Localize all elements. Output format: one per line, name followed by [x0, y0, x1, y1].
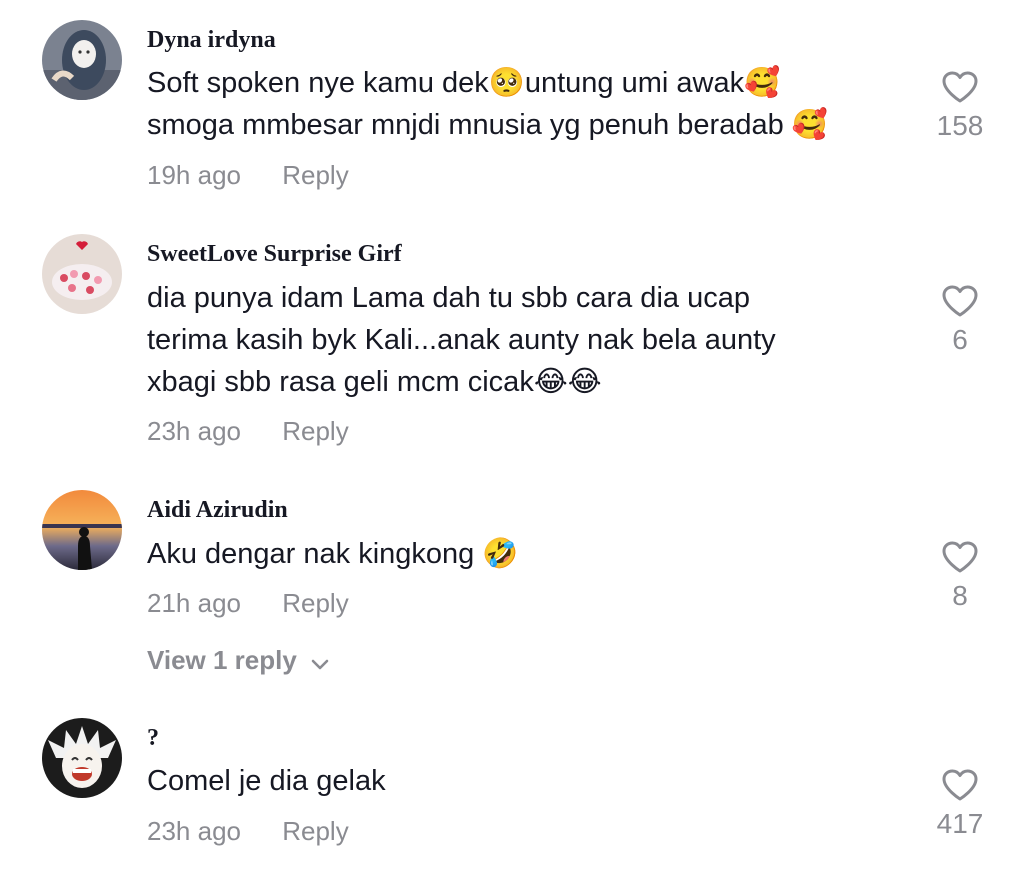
- reply-button[interactable]: Reply: [282, 160, 348, 191]
- like-count: 6: [952, 324, 968, 355]
- avatar[interactable]: [42, 20, 122, 100]
- reply-button[interactable]: Reply: [282, 416, 348, 447]
- comment-username[interactable]: ?: [147, 725, 159, 752]
- like-button[interactable]: 6: [920, 284, 1000, 356]
- avatar[interactable]: [42, 234, 122, 314]
- comment-username[interactable]: Dyna irdyna: [147, 27, 276, 54]
- comment-text-line: terima kasih byk Kali...anak aunty nak b…: [147, 324, 776, 356]
- comment-text-line: smoga mmbesar mnjdi mnusia yg penuh bera…: [147, 109, 828, 141]
- reply-button[interactable]: Reply: [282, 588, 348, 619]
- comment-username[interactable]: Aidi Azirudin: [147, 497, 288, 524]
- comment-meta: 23h ago Reply: [147, 816, 349, 847]
- comment-text: Soft spoken nye kamu dek🥺untung umi awak…: [147, 62, 907, 146]
- heart-outline-icon: [942, 285, 978, 317]
- chevron-down-icon: [311, 647, 329, 678]
- like-button[interactable]: 8: [920, 540, 1000, 612]
- comment-username[interactable]: SweetLove Surprise Girf: [147, 241, 402, 268]
- like-count: 417: [936, 808, 984, 839]
- avatar[interactable]: [42, 490, 122, 570]
- view-replies-label: View 1 reply: [147, 645, 297, 675]
- comment-text-line: Aku dengar nak kingkong 🤣: [147, 538, 519, 570]
- comment-text: Aku dengar nak kingkong 🤣: [147, 533, 907, 575]
- comment-text: Comel je dia gelak: [147, 760, 907, 802]
- comment-timestamp: 23h ago: [147, 816, 241, 846]
- comment-timestamp: 21h ago: [147, 588, 241, 618]
- heart-outline-icon: [942, 71, 978, 103]
- view-replies-button[interactable]: View 1 reply: [147, 645, 329, 678]
- comment-meta: 21h ago Reply: [147, 588, 349, 619]
- comment-text: dia punya idam Lama dah tu sbb cara dia …: [147, 277, 907, 403]
- comment-timestamp: 19h ago: [147, 160, 241, 190]
- comment-meta: 19h ago Reply: [147, 160, 349, 191]
- comment-timestamp: 23h ago: [147, 416, 241, 446]
- like-count: 8: [952, 580, 968, 611]
- like-button[interactable]: 158: [920, 70, 1000, 142]
- comment-text-line: xbagi sbb rasa geli mcm cicak😂😂: [147, 366, 602, 398]
- comment-text-line: dia punya idam Lama dah tu sbb cara dia …: [147, 282, 750, 314]
- like-count: 158: [936, 110, 984, 141]
- heart-outline-icon: [942, 769, 978, 801]
- comment-meta: 23h ago Reply: [147, 416, 349, 447]
- reply-button[interactable]: Reply: [282, 816, 348, 847]
- comment-text-line: Comel je dia gelak: [147, 765, 386, 797]
- comment-text-line: Soft spoken nye kamu dek🥺untung umi awak…: [147, 67, 781, 99]
- like-button[interactable]: 417: [920, 768, 1000, 840]
- avatar[interactable]: [42, 718, 122, 798]
- heart-outline-icon: [942, 541, 978, 573]
